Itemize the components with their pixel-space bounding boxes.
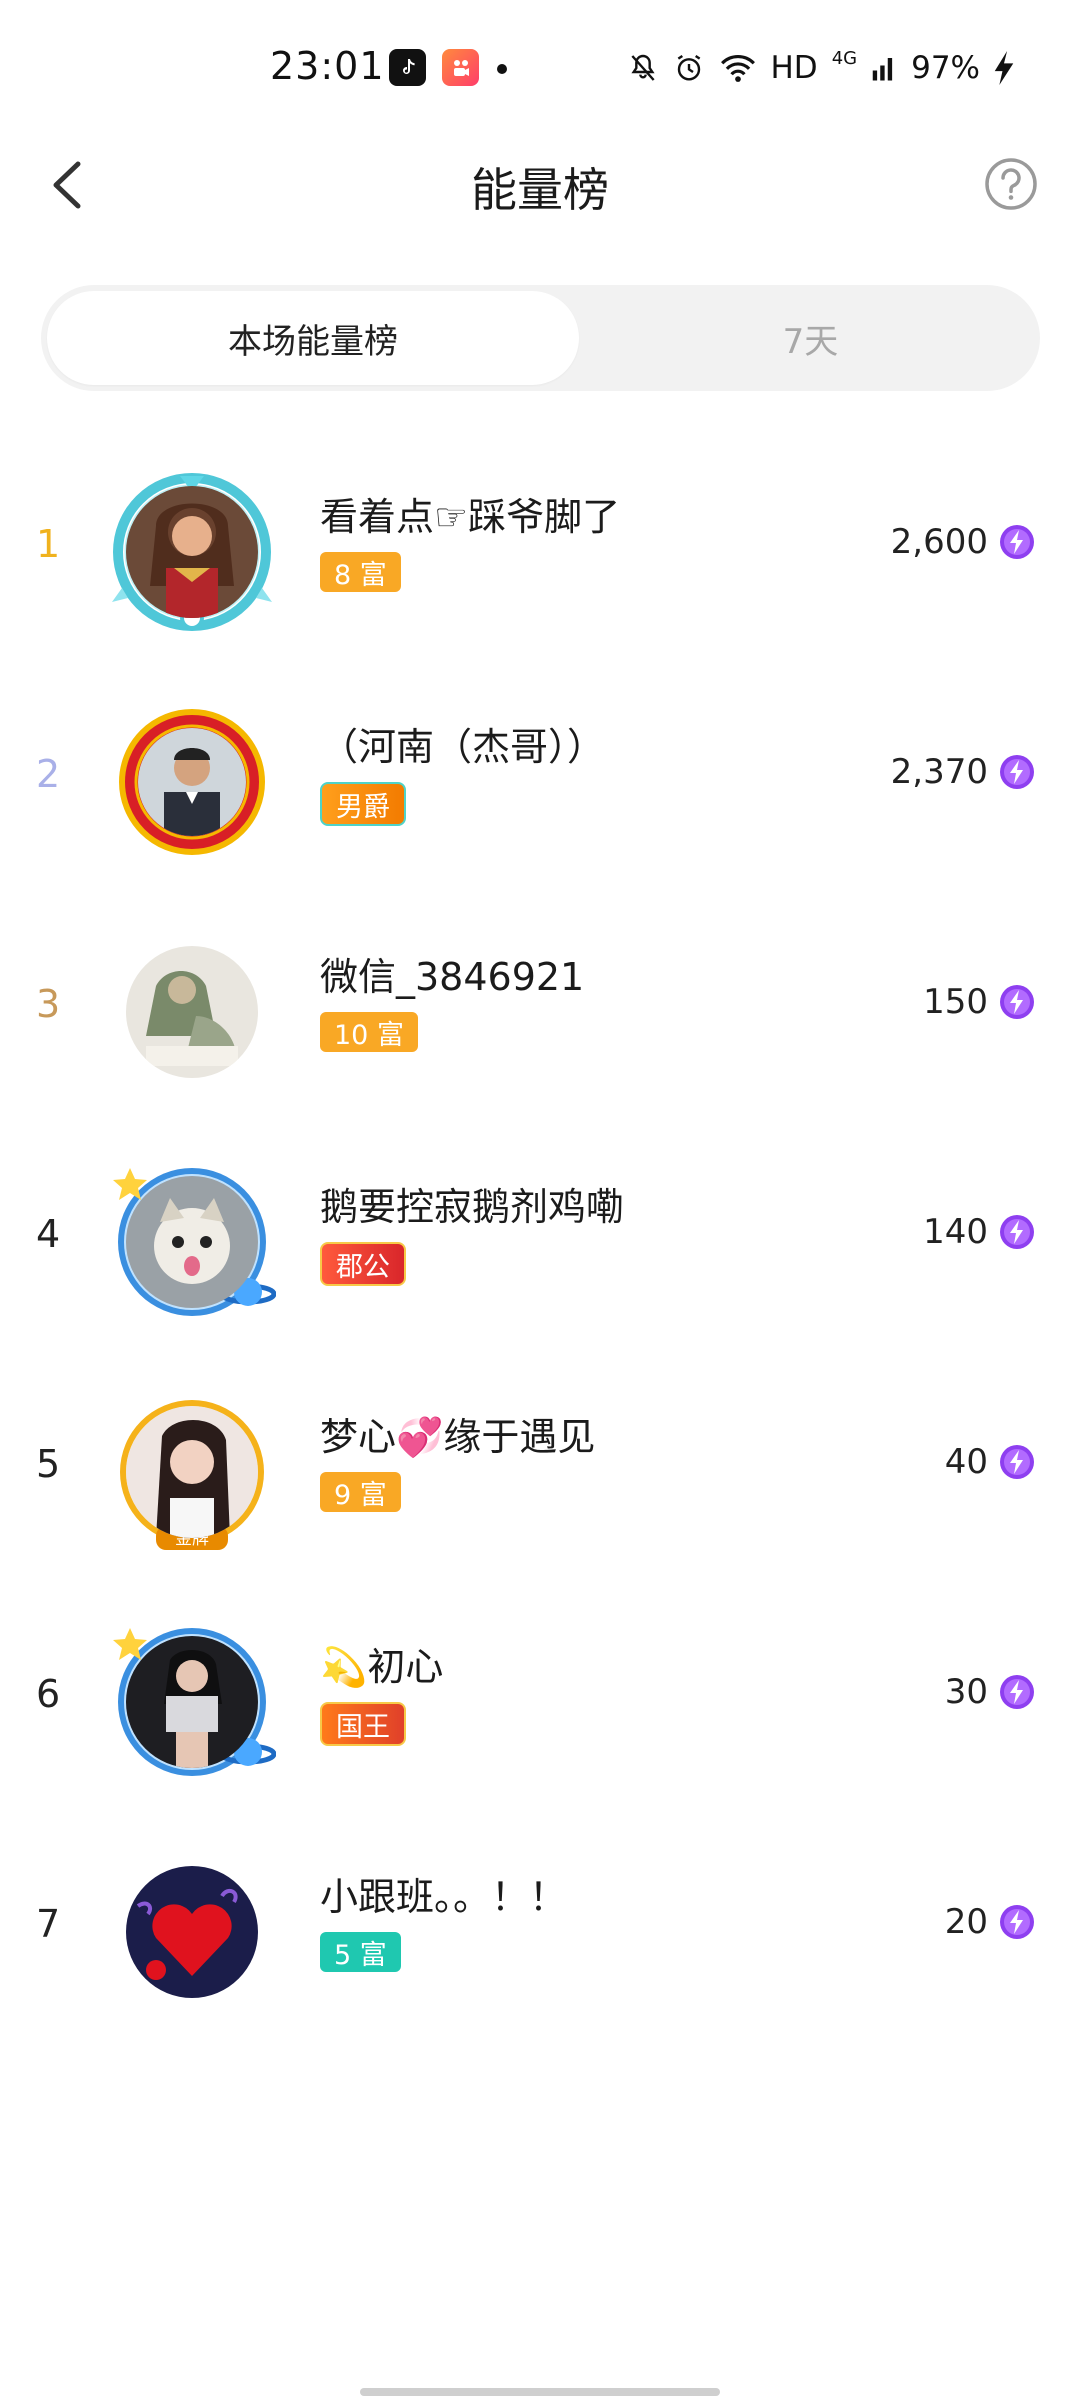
- wifi-icon: [720, 55, 755, 82]
- avatar[interactable]: 金牌: [108, 1388, 276, 1556]
- notification-dot-icon: [497, 64, 507, 74]
- avatar-image: [126, 1176, 258, 1308]
- avatar[interactable]: [108, 1618, 276, 1786]
- energy-score: 150: [923, 982, 988, 1022]
- avatar-image: [126, 486, 258, 618]
- rank-number: 1: [36, 522, 61, 566]
- energy-bolt-icon: [1000, 985, 1034, 1019]
- energy-score: 30: [944, 1672, 988, 1712]
- energy-score: 2,600: [890, 522, 988, 562]
- charging-bolt-icon: [994, 51, 1014, 85]
- noble-rank-badge: 男爵: [320, 782, 406, 826]
- wealth-level-badge: 9 富: [320, 1472, 401, 1512]
- user-name: （河南（杰哥））: [320, 725, 606, 769]
- leaderboard-row[interactable]: 6 💫初心 国王 30: [0, 1580, 1080, 1810]
- alarm-icon: [677, 55, 700, 81]
- rank-number: 2: [36, 752, 61, 796]
- leaderboard-row[interactable]: 5 金牌 梦心💞缘于遇见 9 富 40: [0, 1350, 1080, 1580]
- avatar[interactable]: [108, 468, 276, 636]
- user-name: 微信_3846921: [320, 955, 585, 999]
- status-time: 23:01: [270, 44, 385, 88]
- user-name: 鹅要控寂鹅剂鸡嘞: [320, 1185, 625, 1229]
- rank-number: 6: [36, 1672, 61, 1716]
- avatar-image: [126, 946, 258, 1078]
- header: 能量榜: [0, 130, 1080, 240]
- leaderboard-row[interactable]: 7 小跟班。。！！ 5 富 20: [0, 1810, 1080, 2040]
- energy-score: 40: [944, 1442, 988, 1482]
- tiktok-app-icon: [389, 49, 426, 86]
- leaderboard-row[interactable]: 2 （河南（杰哥）） 男爵 2,370: [0, 660, 1080, 890]
- avatar[interactable]: [108, 1848, 276, 2016]
- leaderboard-row[interactable]: 3 微信_3846921 10 富 150: [0, 890, 1080, 1120]
- energy-bolt-icon: [1000, 755, 1034, 789]
- user-name: 💫初心: [320, 1645, 444, 1689]
- rank-number: 7: [36, 1902, 61, 1946]
- user-name: 看着点☞踩爷脚了: [320, 495, 621, 539]
- rank-number: 4: [36, 1212, 61, 1256]
- home-indicator[interactable]: [360, 2388, 720, 2396]
- leaderboard-row[interactable]: 1 看着点☞踩爷脚了 8 富 2,600: [0, 430, 1080, 660]
- noble-rank-badge: 国王: [320, 1702, 406, 1746]
- status-bar: 23:01 HD 4G 97%: [0, 0, 1080, 130]
- avatar-image: [126, 1636, 258, 1768]
- user-name: 小跟班。。！！: [320, 1875, 568, 1919]
- wealth-level-badge: 5 富: [320, 1932, 401, 1972]
- wealth-level-badge: 8 富: [320, 552, 401, 592]
- avatar[interactable]: [108, 928, 276, 1096]
- leaderboard-row[interactable]: 4 鹅要控寂鹅剂鸡嘞 郡公 140: [0, 1120, 1080, 1350]
- avatar-image: [126, 1866, 258, 1998]
- tab-bar: 本场能量榜 7天: [41, 285, 1040, 391]
- page-title: 能量榜: [471, 163, 609, 217]
- avatar[interactable]: [108, 698, 276, 866]
- signal-label: 4G: [831, 47, 858, 69]
- help-button[interactable]: [982, 155, 1040, 213]
- avatar-image: [126, 1406, 258, 1538]
- wealth-level-badge: 10 富: [320, 1012, 418, 1052]
- kuaishou-app-icon: [442, 49, 479, 86]
- rank-number: 3: [36, 982, 61, 1026]
- energy-bolt-icon: [1000, 1675, 1034, 1709]
- tab-current-session[interactable]: 本场能量榜: [47, 291, 579, 385]
- noble-rank-badge: 郡公: [320, 1242, 406, 1286]
- mute-bell-icon: [630, 54, 655, 81]
- avatar-image: [138, 728, 246, 836]
- tab-7-days[interactable]: 7天: [581, 285, 1040, 391]
- status-right: HD 4G 97%: [627, 48, 1015, 88]
- energy-bolt-icon: [1000, 1215, 1034, 1249]
- energy-score: 140: [923, 1212, 988, 1252]
- avatar[interactable]: [108, 1158, 276, 1326]
- network-label: HD: [770, 50, 818, 86]
- signal-bars-icon: [872, 58, 893, 81]
- question-circle-icon: [985, 158, 1037, 210]
- user-name: 梦心💞缘于遇见: [320, 1415, 596, 1459]
- energy-bolt-icon: [1000, 1905, 1034, 1939]
- energy-score: 2,370: [890, 752, 988, 792]
- energy-score: 20: [944, 1902, 988, 1942]
- leaderboard-list: 1 看着点☞踩爷脚了 8 富 2,600 2 （河南（杰哥）） 男爵 2,370…: [0, 430, 1080, 2040]
- rank-number: 5: [36, 1442, 61, 1486]
- battery-label: 97%: [911, 50, 980, 86]
- energy-bolt-icon: [1000, 1445, 1034, 1479]
- energy-bolt-icon: [1000, 525, 1034, 559]
